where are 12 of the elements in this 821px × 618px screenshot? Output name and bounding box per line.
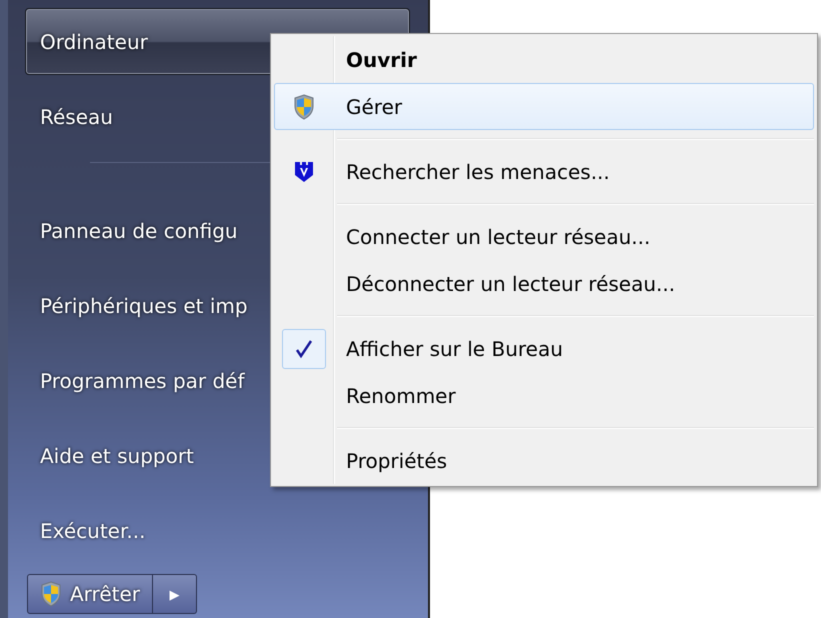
menu-item[interactable]: Gérer bbox=[274, 83, 814, 130]
menu-item[interactable]: Renommer bbox=[274, 372, 814, 419]
shield-icon bbox=[294, 160, 314, 182]
start-menu-item[interactable]: Exécuter... bbox=[25, 497, 410, 564]
shield-icon bbox=[293, 94, 315, 120]
menu-item[interactable]: Propriétés bbox=[274, 437, 814, 484]
shutdown-button[interactable]: Arrêter bbox=[27, 574, 154, 614]
options-button[interactable]: ▶ bbox=[153, 574, 198, 614]
menu-item[interactable]: Connecter un lecteur réseau... bbox=[274, 213, 814, 260]
menu-item[interactable]: Afficher sur le Bureau bbox=[274, 325, 814, 372]
menu-item[interactable]: Rechercher les menaces... bbox=[274, 148, 814, 195]
menu-item[interactable]: Déconnecter un lecteur réseau... bbox=[274, 260, 814, 307]
